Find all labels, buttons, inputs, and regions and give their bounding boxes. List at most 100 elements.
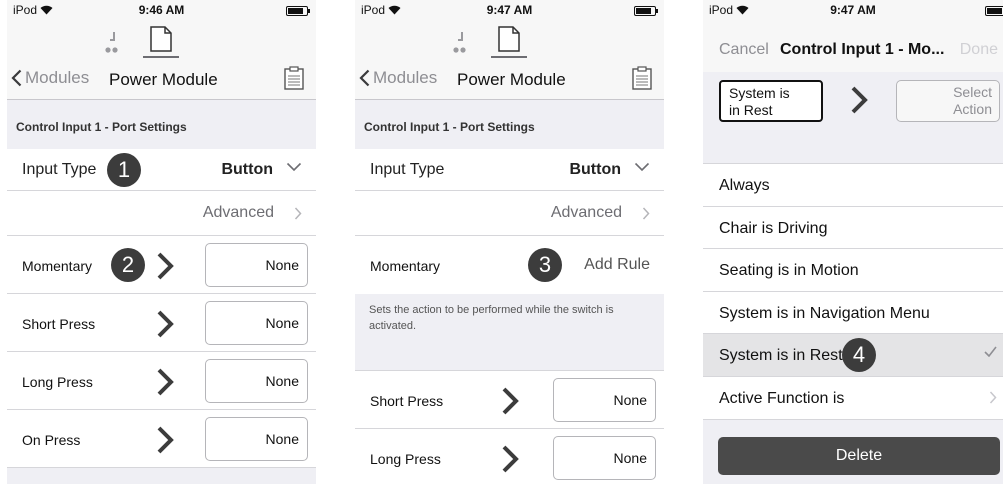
status-time: 9:47 AM [486, 3, 533, 17]
input-type-row[interactable]: Input Type Button [355, 149, 664, 191]
condition-line-1: System is [729, 85, 790, 101]
chevron-left-icon [11, 69, 22, 87]
action-line-2: Action [953, 101, 992, 117]
add-rule-button[interactable]: Add Rule [584, 256, 650, 274]
input-type-value: Button [221, 161, 273, 178]
battery-icon [985, 6, 1003, 16]
chevron-left-icon [359, 69, 370, 87]
chevron-right-icon [294, 207, 302, 220]
long-press-action-box[interactable]: None [205, 359, 308, 403]
input-type-value: Button [569, 161, 621, 178]
chevron-right-icon[interactable] [501, 387, 519, 415]
back-button[interactable]: Modules [359, 68, 437, 88]
input-type-label: Input Type [370, 161, 445, 178]
long-press-label: Long Press [370, 451, 441, 467]
chevron-right-icon[interactable] [156, 426, 174, 454]
battery-icon [286, 6, 310, 16]
momentary-row: Momentary 3 Add Rule [355, 236, 664, 294]
short-press-row: Short Press None [355, 371, 664, 429]
list-item-active-function[interactable]: Active Function is [703, 376, 1003, 420]
list-item-system-rest[interactable]: System is in Rest 4 [703, 334, 1003, 377]
step-badge-2: 2 [111, 248, 145, 282]
chevron-right-icon [989, 391, 997, 404]
status-bar: iPod 9:46 AM [7, 0, 316, 20]
back-label: Modules [25, 68, 90, 87]
list-item-navigation-menu[interactable]: System is in Navigation Menu [703, 291, 1003, 335]
long-press-action-box[interactable]: None [553, 436, 656, 480]
wheelchair-icon[interactable] [452, 32, 466, 54]
clipboard-icon[interactable] [632, 66, 652, 90]
on-press-action-box[interactable]: None [205, 417, 308, 461]
on-press-label: On Press [22, 432, 81, 448]
modal-title: Control Input 1 - Mo... [780, 41, 945, 58]
step-badge-1: 1 [107, 153, 141, 187]
short-press-action-box[interactable]: None [205, 301, 308, 345]
on-press-row: On Press None [7, 410, 316, 468]
long-press-row: Long Press None [355, 429, 664, 484]
delete-button[interactable]: Delete [718, 437, 1000, 475]
nav-bar: Modules Power Module [355, 20, 664, 100]
back-label: Modules [373, 68, 438, 87]
chevron-down-icon [286, 162, 302, 172]
selected-tab-indicator [143, 56, 179, 58]
step-badge-4: 4 [842, 338, 876, 373]
action-line-1: Select [953, 84, 992, 100]
advanced-row[interactable]: Advanced [7, 191, 316, 236]
list-item-label: Always [719, 177, 770, 194]
condition-box[interactable]: System is in Rest [719, 80, 823, 122]
momentary-label: Momentary [370, 258, 441, 274]
advanced-label: Advanced [202, 204, 274, 221]
short-press-label: Short Press [370, 393, 444, 409]
status-bar: iPod 9:47 AM [355, 0, 664, 20]
modal-nav-bar: Cancel Control Input 1 - Mo... Done [703, 20, 1003, 72]
list-item-label: Seating is in Motion [719, 262, 859, 280]
list-item-label: System is in Navigation Menu [719, 304, 930, 322]
list-item-chair-driving[interactable]: Chair is Driving [703, 206, 1003, 250]
advanced-row[interactable]: Advanced [355, 191, 664, 236]
status-time: 9:47 AM [830, 3, 876, 17]
document-icon[interactable] [150, 26, 172, 52]
page-title: Power Module [457, 70, 566, 89]
chevron-down-icon [634, 162, 650, 172]
rule-builder: System is in Rest 5 Select Action [703, 72, 1003, 164]
wheelchair-icon[interactable] [104, 32, 118, 54]
condition-list: Always Chair is Driving Seating is in Mo… [703, 164, 1003, 420]
list-item-label: Chair is Driving [719, 219, 828, 237]
long-press-label: Long Press [22, 374, 93, 390]
select-action-box[interactable]: Select Action [896, 80, 1000, 122]
chevron-right-icon[interactable] [501, 445, 519, 473]
selected-tab-indicator [491, 56, 527, 58]
momentary-label: Momentary [22, 258, 93, 274]
nav-bar: Modules Power Module [7, 20, 316, 100]
section-header: Control Input 1 - Port Settings [355, 101, 664, 149]
chevron-right-icon[interactable] [156, 252, 174, 280]
page-title: Power Module [109, 70, 218, 89]
step-badge-3: 3 [528, 248, 562, 282]
done-button[interactable]: Done [960, 41, 998, 59]
back-button[interactable]: Modules [11, 68, 89, 88]
chevron-right-icon [851, 86, 868, 114]
chevron-right-icon [642, 207, 650, 220]
short-press-action-box[interactable]: None [553, 378, 656, 422]
status-time: 9:46 AM [138, 3, 185, 17]
status-bar: iPod 9:47 AM [703, 0, 1003, 20]
list-item-seating-motion[interactable]: Seating is in Motion [703, 249, 1003, 292]
input-type-row[interactable]: Input Type 1 Button [7, 149, 316, 191]
momentary-description: Sets the action to be performed while th… [355, 294, 664, 371]
clipboard-icon[interactable] [284, 66, 304, 90]
momentary-action-box[interactable]: None [205, 243, 308, 287]
screen-rule-picker: iPod 9:47 AM Cancel Control Input 1 - Mo… [703, 0, 1003, 484]
condition-line-2: in Rest [729, 102, 773, 118]
input-type-label: Input Type [22, 161, 97, 178]
screen-port-settings-2: iPod 9:47 AM Modules Power Module Contro… [355, 0, 664, 484]
chevron-right-icon[interactable] [156, 368, 174, 396]
screen-port-settings-1: iPod 9:46 AM Modules Power Module Contro… [7, 0, 316, 484]
long-press-row: Long Press None [7, 352, 316, 410]
checkmark-icon [984, 346, 997, 358]
cancel-button[interactable]: Cancel [719, 41, 769, 59]
list-item-always[interactable]: Always [703, 164, 1003, 207]
advanced-label: Advanced [550, 204, 622, 221]
document-icon[interactable] [498, 26, 520, 52]
chevron-right-icon[interactable] [156, 310, 174, 338]
short-press-row: Short Press None [7, 294, 316, 352]
